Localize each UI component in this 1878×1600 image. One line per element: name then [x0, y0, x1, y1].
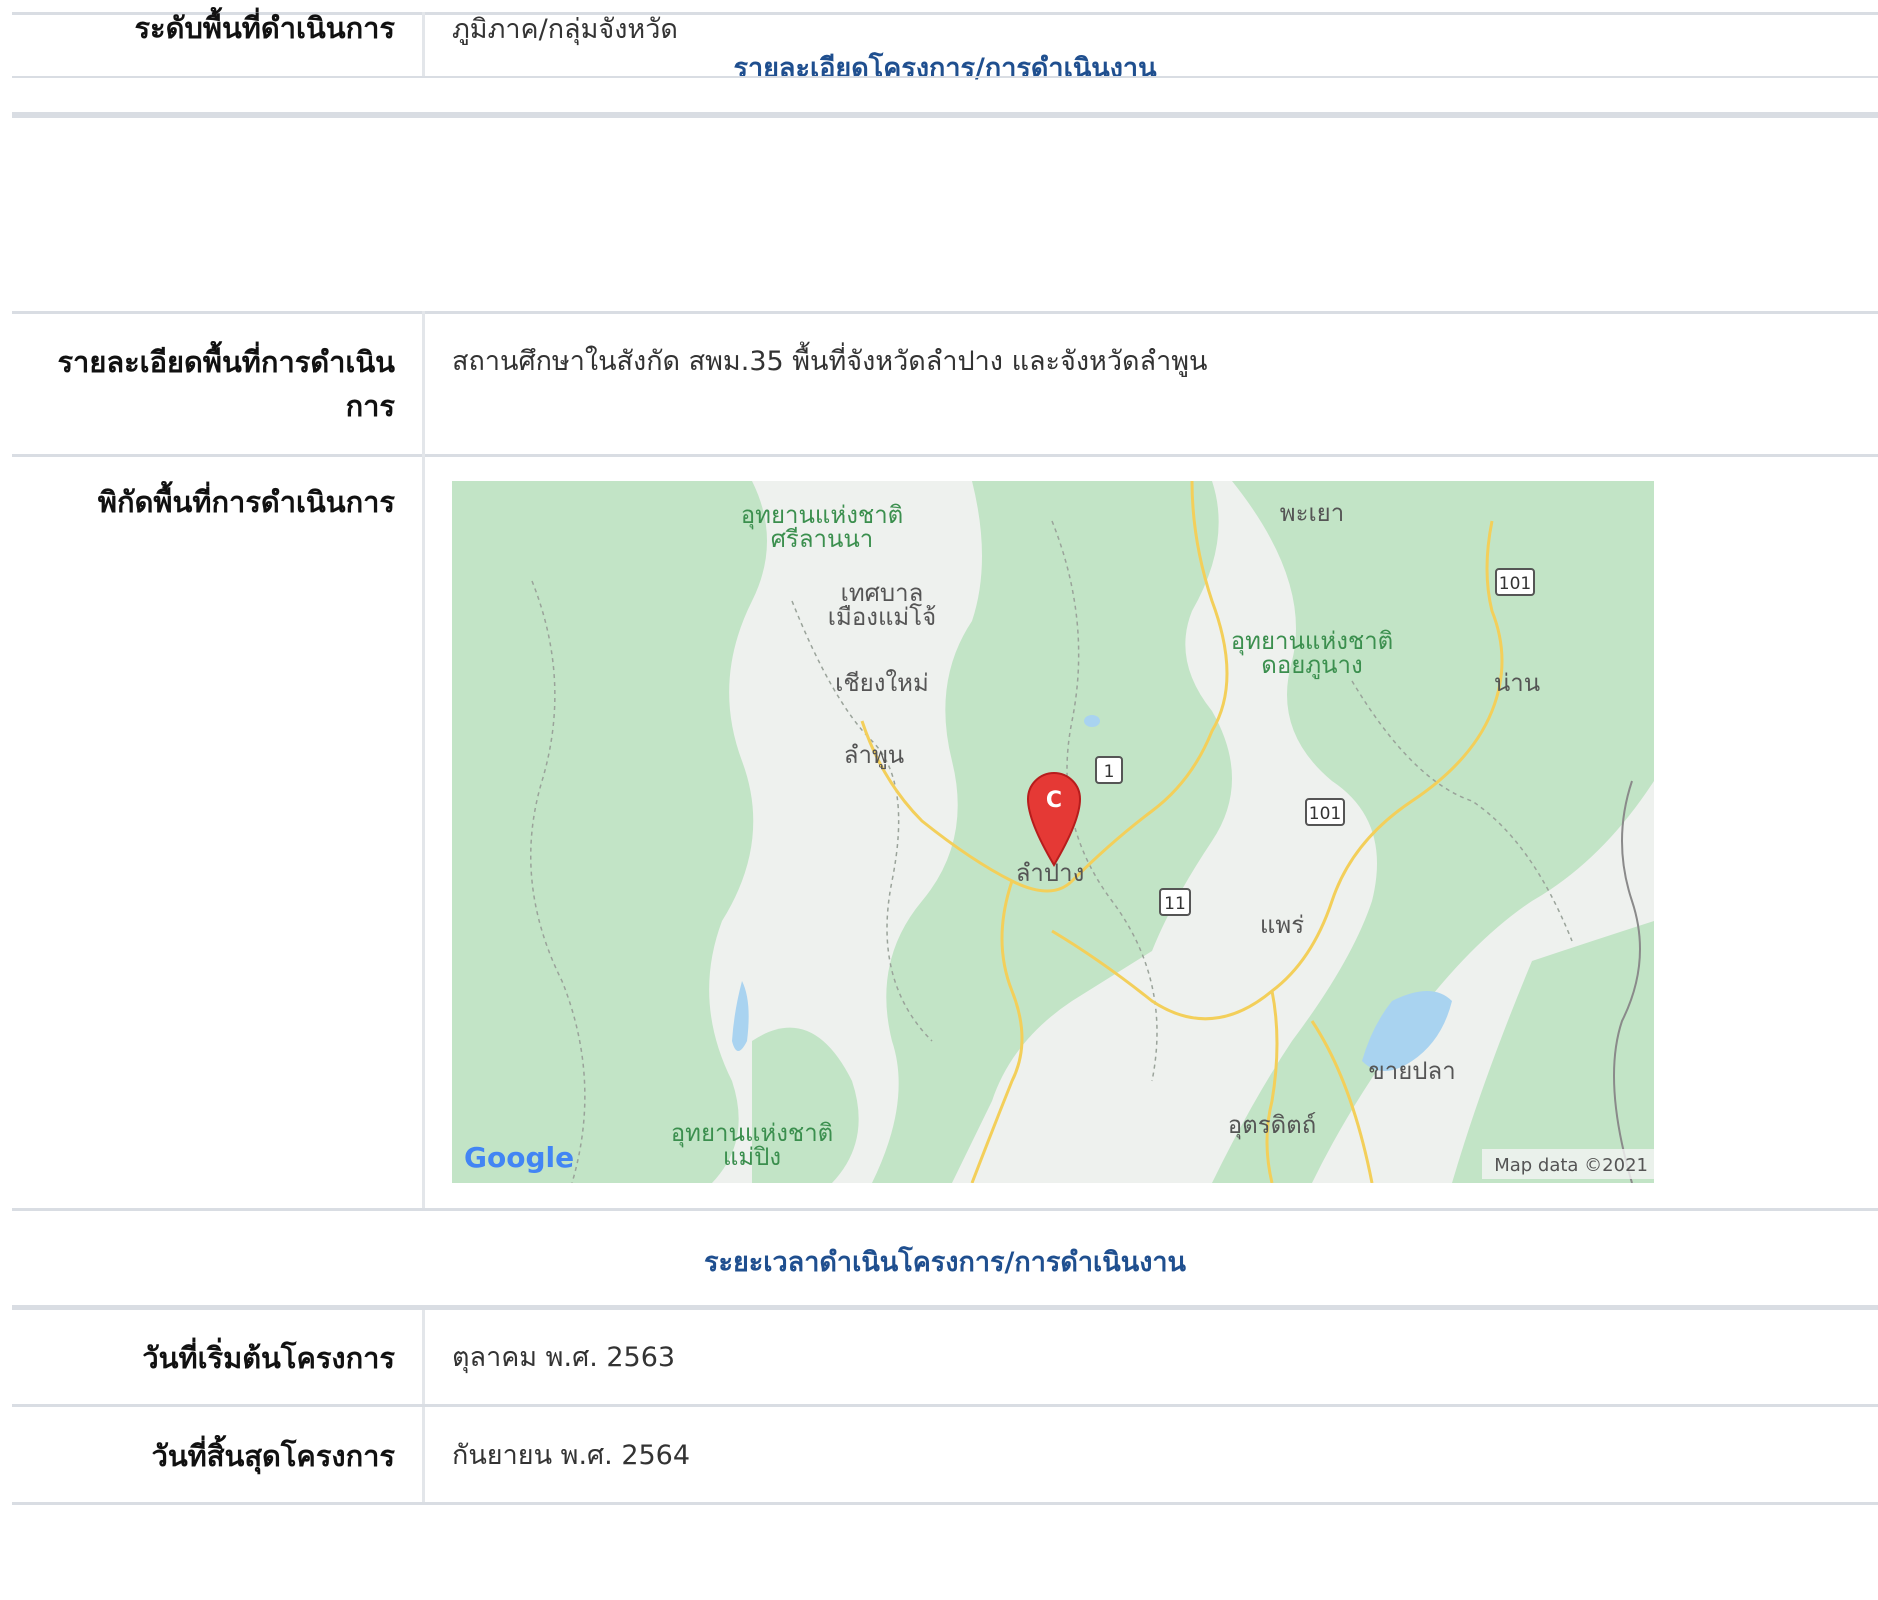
column-divider — [422, 1310, 425, 1504]
map-label-chiangmai: เชียงใหม่ — [835, 669, 929, 697]
divider — [12, 1208, 1878, 1211]
location-map[interactable]: อุทยานแห่งชาติ ศรีลานนา อุทยานแห่งชาติ ด… — [452, 481, 1654, 1183]
map-label-doiphunang: ดอยภูนาง — [1261, 651, 1362, 680]
map-attribution[interactable]: Map data ©2021 — [1494, 1155, 1648, 1176]
map-label-khaipla: ขายปลา — [1368, 1057, 1455, 1085]
divider — [12, 1502, 1878, 1505]
route-shield: 101 — [1495, 568, 1535, 596]
route-shield: 1 — [1095, 756, 1123, 784]
route-label: 1 — [1104, 762, 1115, 782]
map-label-uttaradit: อุตรดิตถ์ — [1228, 1111, 1317, 1140]
divider-thick — [12, 112, 1878, 118]
column-divider — [422, 454, 425, 1210]
map-label-phayao: พะเยา — [1280, 499, 1344, 527]
label-start-date: วันที่เริ่มต้นโครงการ — [142, 1341, 395, 1375]
map-label-nan: น่าน — [1494, 669, 1540, 697]
value-end-date: กันยายน พ.ศ. 2564 — [452, 1440, 691, 1471]
map-label-phrae: แพร่ — [1260, 911, 1304, 939]
route-shield: 101 — [1305, 798, 1345, 826]
divider — [12, 76, 1878, 78]
route-label: 11 — [1164, 894, 1186, 914]
section-title-project-details: รายละเอียดโครงการ/การดำเนินงาน — [733, 53, 1157, 84]
label-coordinates: พิกัดพื้นที่การดำเนินการ — [97, 485, 395, 519]
divider-thick — [12, 1305, 1878, 1310]
value-area-level: ภูมิภาค/กลุ่มจังหวัด — [452, 14, 678, 45]
value-area-detail: สถานศึกษาในสังกัด สพม.35 พื้นที่จังหวัดล… — [452, 346, 1208, 377]
google-logo[interactable]: Google — [464, 1141, 574, 1174]
route-label: 101 — [1499, 574, 1531, 594]
label-area-detail: รายละเอียดพื้นที่การดำเนินการ — [57, 345, 395, 423]
divider — [12, 311, 1878, 314]
map-label-maeping: แม่ปิง — [723, 1143, 781, 1171]
divider — [12, 454, 1878, 457]
label-area-level: ระดับพื้นที่ดำเนินการ — [134, 11, 395, 45]
map-label-park-srilanna: ศรีลานนา — [771, 525, 874, 553]
value-start-date: ตุลาคม พ.ศ. 2563 — [452, 1342, 676, 1373]
section-title-project-period: ระยะเวลาดำเนินโครงการ/การดำเนินงาน — [703, 1247, 1187, 1278]
map-marker-letter: C — [1046, 788, 1062, 813]
route-shield: 11 — [1159, 888, 1191, 916]
map-label-lampang: ลำปาง — [1016, 859, 1085, 887]
label-end-date: วันที่สิ้นสุดโครงการ — [151, 1439, 395, 1473]
route-label: 101 — [1309, 804, 1341, 824]
column-divider — [422, 311, 425, 457]
map-graphic[interactable]: อุทยานแห่งชาติ ศรีลานนา อุทยานแห่งชาติ ด… — [452, 481, 1654, 1183]
divider — [12, 1404, 1878, 1407]
map-label-maejo: เมืองแม่โจ้ — [828, 603, 936, 631]
map-label-lamphun: ลำพูน — [844, 741, 904, 770]
